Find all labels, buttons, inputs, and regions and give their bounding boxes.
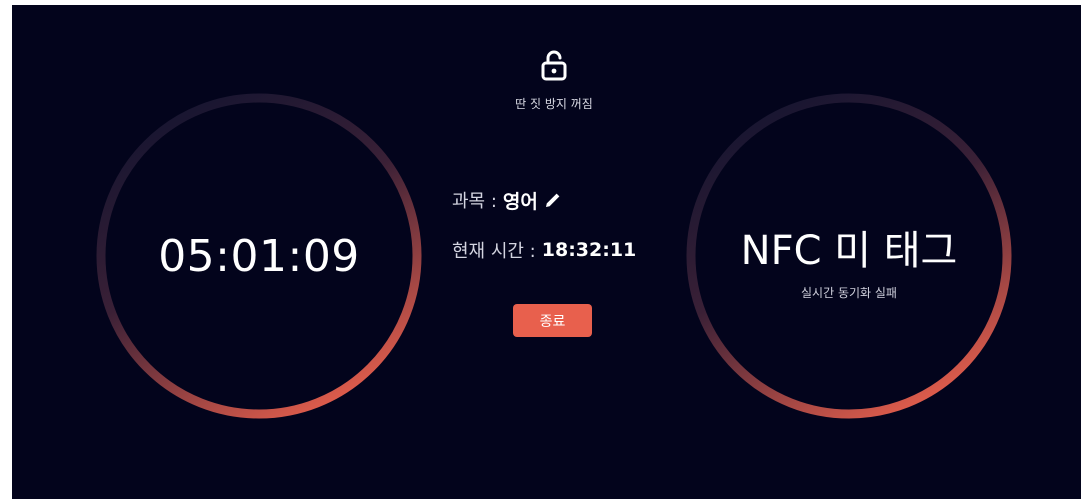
current-time-value: 18:32:11 bbox=[541, 239, 637, 261]
subject-value: 영어 bbox=[502, 190, 538, 213]
study-timer-screen: 딴 짓 방지 꺼짐 05:01:09 과목 : 영어 현재 시간: 18:32… bbox=[12, 5, 1081, 499]
session-info: 과목 : 영어 현재 시간 : 18:32:11 bbox=[452, 185, 672, 265]
end-button[interactable]: 종료 bbox=[513, 304, 592, 337]
subject-label: 과목 : bbox=[452, 191, 497, 212]
unlock-icon bbox=[541, 49, 567, 85]
timer-ring: 05:01:09 bbox=[94, 91, 424, 421]
current-time-row: 현재 시간 : 18:32:11 bbox=[452, 235, 672, 265]
current-time-label: 현재 시간 : bbox=[452, 241, 536, 262]
distraction-lock-toggle[interactable]: 딴 짓 방지 꺼짐 bbox=[492, 49, 616, 112]
sync-status-text: 실시간 동기화 실패 bbox=[801, 285, 897, 300]
lock-status-label: 딴 짓 방지 꺼짐 bbox=[515, 97, 593, 111]
elapsed-time: 05:01:09 bbox=[158, 230, 360, 282]
nfc-ring: NFC 미 태그 실시간 동기화 실패 bbox=[684, 91, 1014, 421]
subject-row: 과목 : 영어 bbox=[452, 185, 672, 215]
pencil-icon[interactable] bbox=[544, 191, 562, 209]
nfc-status-title: NFC 미 태그 bbox=[740, 227, 958, 274]
